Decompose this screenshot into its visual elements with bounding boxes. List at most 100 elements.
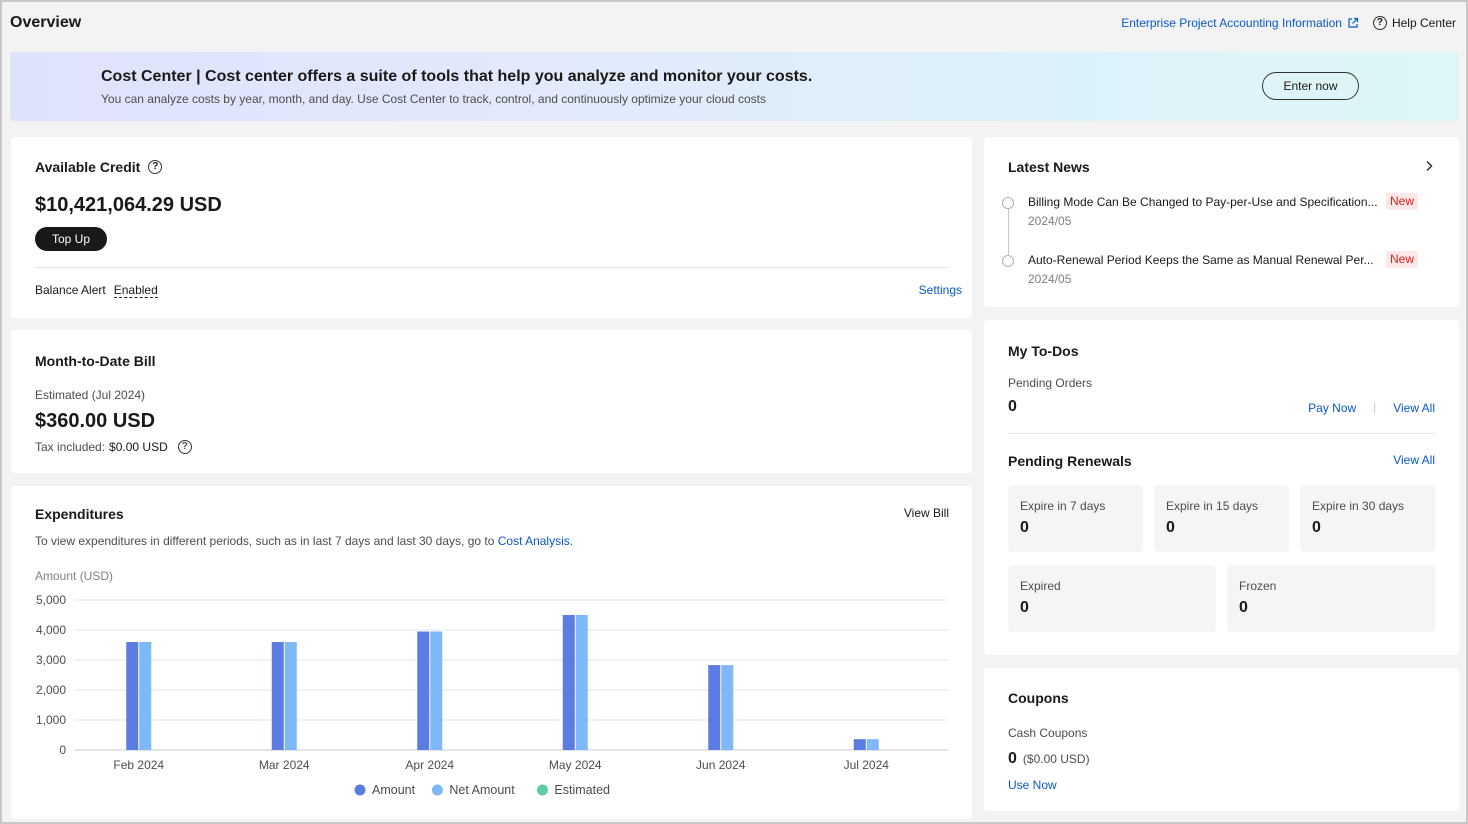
expenditures-desc-suffix: . xyxy=(569,534,574,548)
y-tick-label: 0 xyxy=(59,743,66,757)
renewal-value: 0 xyxy=(1020,599,1029,616)
x-tick-label: Feb 2024 xyxy=(113,758,164,772)
renewal-box-15-days[interactable]: Expire in 15 days 0 xyxy=(1154,485,1289,552)
renewal-box-7-days[interactable]: Expire in 7 days 0 xyxy=(1008,485,1143,552)
top-links: Enterprise Project Accounting Informatio… xyxy=(1121,16,1456,30)
news-title[interactable]: Billing Mode Can Be Changed to Pay-per-U… xyxy=(1028,195,1378,209)
expenditures-description: To view expenditures in different period… xyxy=(35,534,573,548)
cash-coupons-usd: ($0.00 USD) xyxy=(1022,752,1090,766)
available-credit-label: Available Credit xyxy=(35,159,141,175)
cash-coupons-label: Cash Coupons xyxy=(1008,726,1088,740)
balance-alert-label: Balance Alert xyxy=(35,283,106,297)
separator xyxy=(1374,402,1376,414)
renewal-value: 0 xyxy=(1312,519,1321,536)
enterprise-project-link[interactable]: Enterprise Project Accounting Informatio… xyxy=(1121,16,1359,30)
latest-news-title: Latest News xyxy=(1008,159,1090,175)
mtd-amount: $360.00 USD xyxy=(35,410,156,432)
coupons-title: Coupons xyxy=(1008,690,1069,706)
latest-news-card: Latest News Billing Mode Can Be Changed … xyxy=(984,137,1459,307)
cash-coupons-count: 0 xyxy=(1008,750,1017,767)
timeline-dot-icon xyxy=(1002,197,1014,209)
help-center-label: Help Center xyxy=(1391,16,1456,30)
bar-amount xyxy=(708,665,721,750)
tax-value: $0.00 USD xyxy=(109,440,168,454)
bar-net-amount xyxy=(430,631,443,750)
banner-title: Cost Center | Cost center offers a suite… xyxy=(101,68,813,85)
new-badge: New xyxy=(1386,251,1419,268)
y-tick-label: 3,000 xyxy=(36,653,66,667)
expenditures-title: Expenditures xyxy=(35,506,124,522)
coupons-card: Coupons Cash Coupons 0 ($0.00 USD) Use N… xyxy=(984,668,1459,811)
renewal-label: Expire in 30 days xyxy=(1312,499,1405,513)
bar-net-amount xyxy=(721,665,734,750)
page-frame: Overview Enterprise Project Accounting I… xyxy=(0,0,1468,824)
legend-label: Amount xyxy=(372,783,416,797)
available-credit-card: Available Credit ? $10,421,064.29 USD To… xyxy=(11,137,972,318)
settings-link[interactable]: Settings xyxy=(919,283,962,297)
expenditures-chart: Amount (USD) 0 1,000 2,000 3,000 4,000 5,000 Fe… xyxy=(35,569,948,797)
info-icon[interactable]: ? xyxy=(148,160,163,174)
my-todos-title: My To-Dos xyxy=(1008,343,1079,359)
pending-orders-actions: Pay Now View All xyxy=(1308,401,1435,415)
bar-net-amount xyxy=(866,739,879,750)
x-tick-label: May 2024 xyxy=(549,758,602,772)
pending-renewals-title: Pending Renewals xyxy=(1008,453,1132,469)
view-all-orders-link[interactable]: View All xyxy=(1393,401,1435,415)
available-credit-title: Available Credit ? xyxy=(35,159,163,175)
renewal-label: Frozen xyxy=(1239,579,1277,593)
pending-orders-label: Pending Orders xyxy=(1008,376,1093,390)
x-tick-label: Jul 2024 xyxy=(844,758,890,772)
renewal-box-expired[interactable]: Expired 0 xyxy=(1008,565,1216,632)
cost-analysis-link[interactable]: Cost Analysis xyxy=(498,534,570,548)
renewal-label: Expire in 7 days xyxy=(1020,499,1106,513)
month-to-date-bill-card: Month-to-Date Bill Estimated (Jul 2024) … xyxy=(11,330,972,473)
x-tick-label: Apr 2024 xyxy=(405,758,454,772)
bar-amount xyxy=(417,631,430,750)
y-axis-label: Amount (USD) xyxy=(35,569,113,583)
news-title[interactable]: Auto-Renewal Period Keeps the Same as Ma… xyxy=(1028,253,1378,267)
timeline-dot-icon xyxy=(1002,255,1014,267)
mtd-title: Month-to-Date Bill xyxy=(35,353,156,369)
pay-now-link[interactable]: Pay Now xyxy=(1308,401,1356,415)
news-date: 2024/05 xyxy=(1028,272,1072,286)
renewal-label: Expire in 15 days xyxy=(1166,499,1259,513)
y-tick-label: 2,000 xyxy=(36,683,66,697)
renewal-value: 0 xyxy=(1020,519,1029,536)
legend-marker xyxy=(536,784,548,796)
use-now-link[interactable]: Use Now xyxy=(1008,778,1057,792)
legend-marker xyxy=(354,784,366,796)
info-icon[interactable]: ? xyxy=(177,440,192,454)
bar-net-amount xyxy=(139,642,152,750)
help-center-link[interactable]: ? Help Center xyxy=(1372,16,1456,30)
x-tick-label: Jun 2024 xyxy=(696,758,746,772)
enterprise-project-link-label: Enterprise Project Accounting Informatio… xyxy=(1121,16,1342,30)
divider xyxy=(35,267,948,268)
balance-alert: Balance Alert Enabled xyxy=(35,283,158,298)
bar-amount xyxy=(126,642,139,750)
view-bill-link[interactable]: View Bill xyxy=(904,506,949,520)
bar-amount xyxy=(562,615,575,750)
renewal-box-30-days[interactable]: Expire in 30 days 0 xyxy=(1300,485,1435,552)
chevron-right-icon[interactable] xyxy=(1425,159,1433,175)
bar-net-amount xyxy=(284,642,297,750)
pending-orders-value: 0 xyxy=(1008,398,1017,415)
y-tick-label: 1,000 xyxy=(36,713,66,727)
x-tick-label: Mar 2024 xyxy=(259,758,310,772)
cost-center-banner: Cost Center | Cost center offers a suite… xyxy=(10,52,1459,121)
legend-marker xyxy=(431,784,443,796)
timeline-line xyxy=(1008,204,1009,260)
expenditures-card: Expenditures View Bill To view expenditu… xyxy=(11,486,972,819)
mtd-tax: Tax included: $0.00 USD ? xyxy=(35,440,192,454)
renewal-label: Expired xyxy=(1020,579,1061,593)
view-all-renewals-link[interactable]: View All xyxy=(1393,453,1435,467)
legend-label: Estimated xyxy=(554,783,610,797)
y-tick-label: 4,000 xyxy=(36,623,66,637)
top-up-button[interactable]: Top Up xyxy=(35,227,107,251)
renewal-value: 0 xyxy=(1239,599,1248,616)
help-icon: ? xyxy=(1372,16,1387,30)
renewal-box-frozen[interactable]: Frozen 0 xyxy=(1227,565,1435,632)
enter-now-button[interactable]: Enter now xyxy=(1262,72,1359,100)
balance-alert-status[interactable]: Enabled xyxy=(113,283,158,298)
tax-label: Tax included: xyxy=(35,440,106,454)
external-link-icon xyxy=(1348,17,1359,28)
